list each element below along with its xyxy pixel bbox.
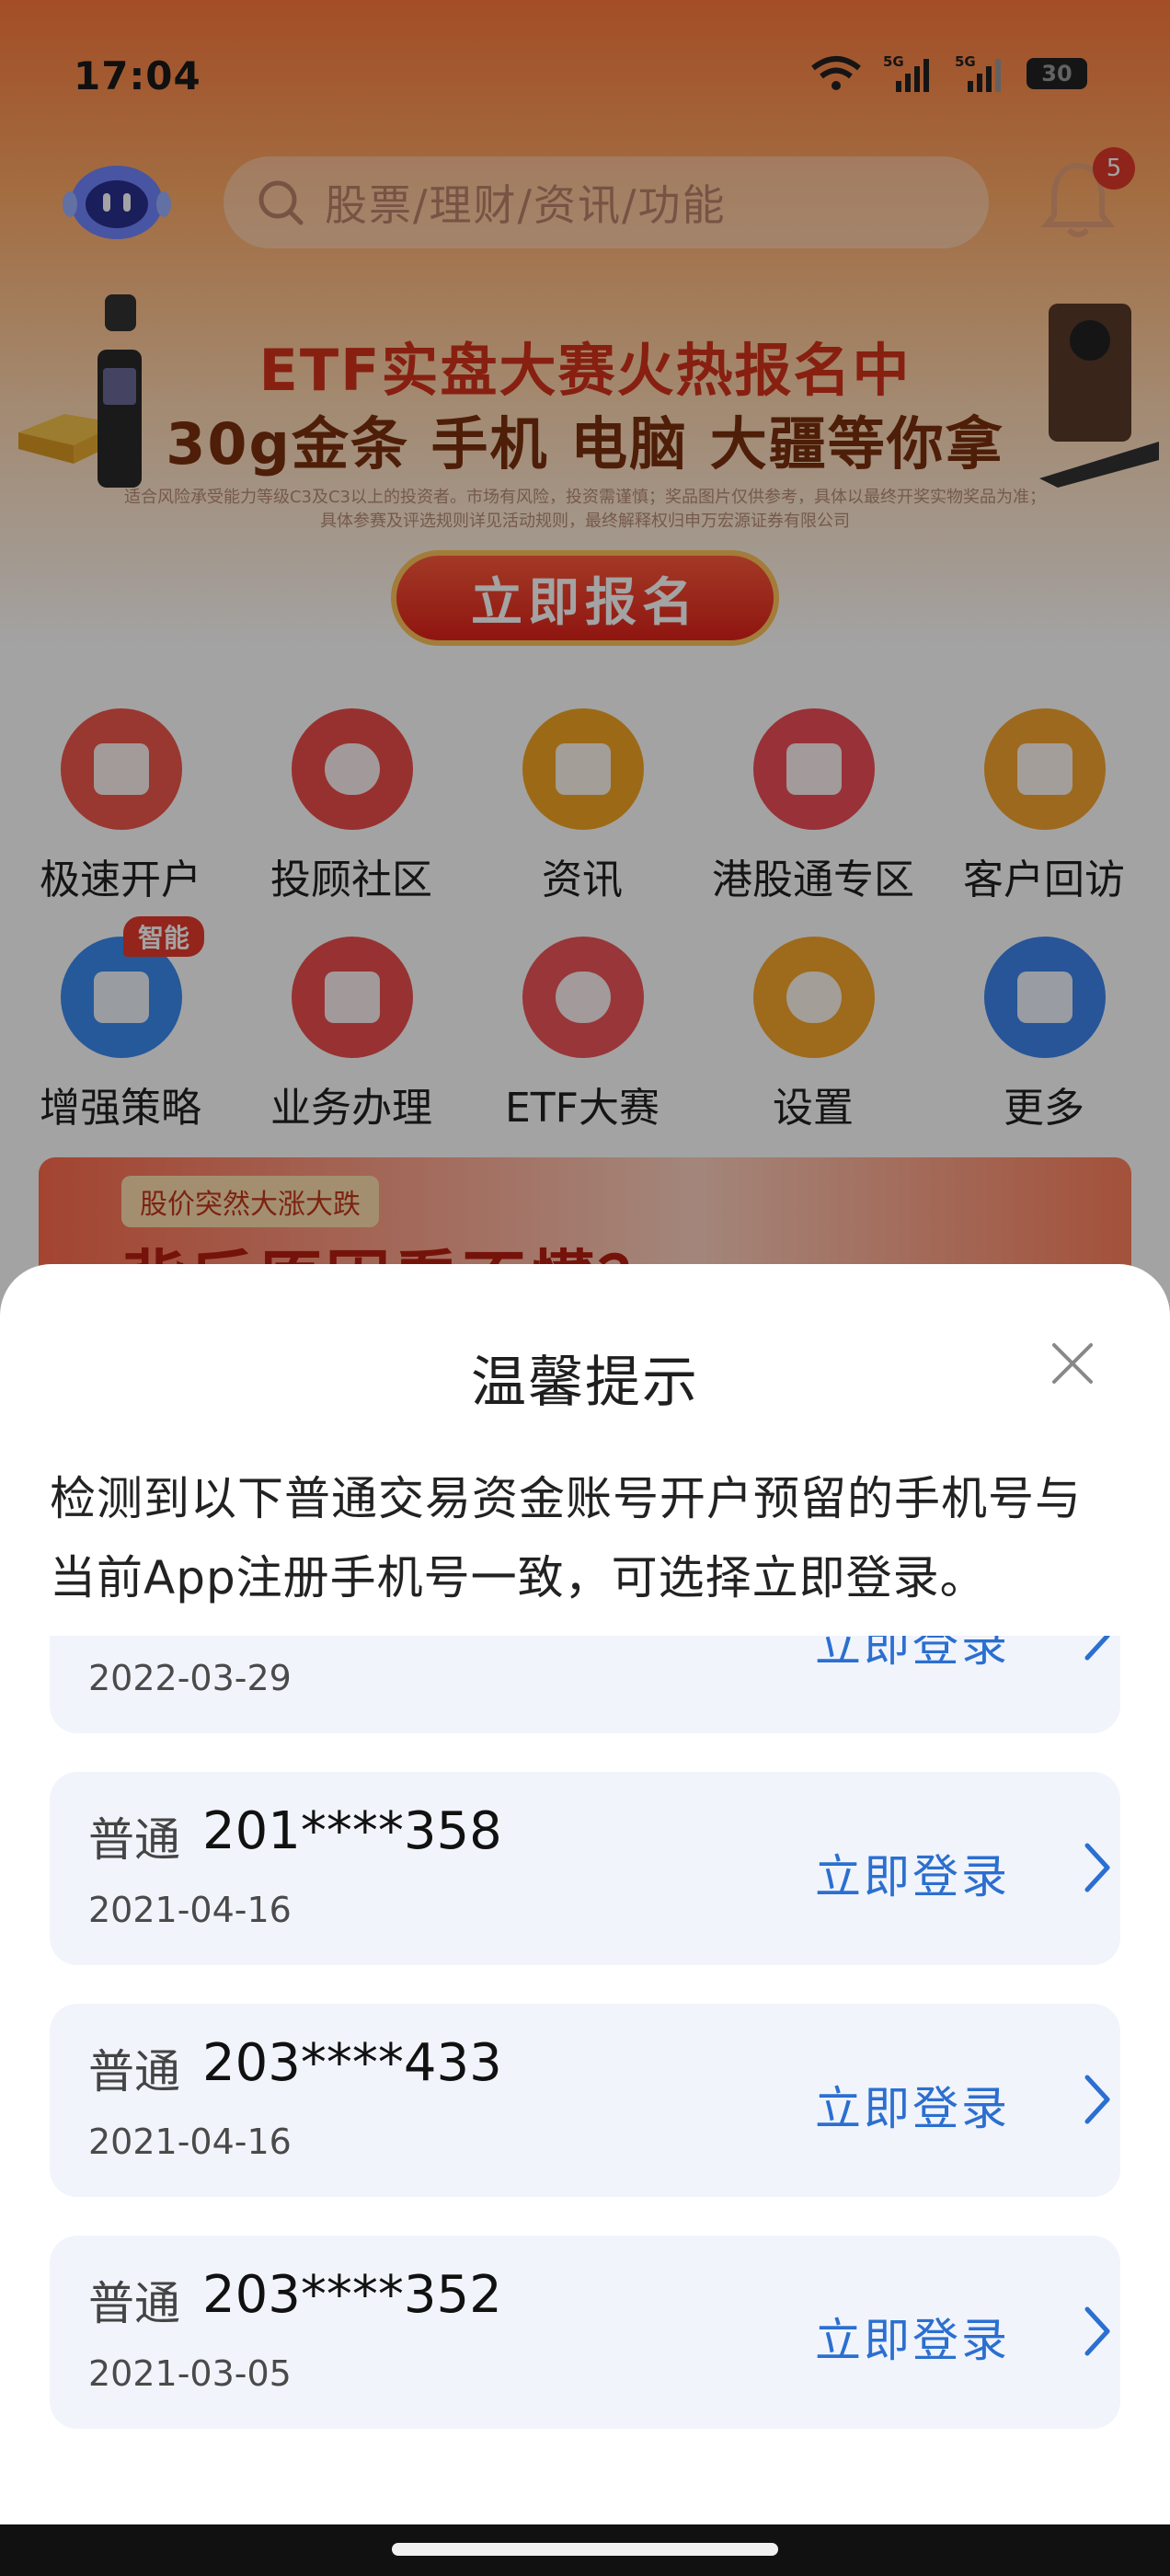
account-number: 203****352: [202, 2265, 502, 2325]
login-now-button[interactable]: 立即登录: [815, 1636, 1010, 1674]
chevron-right-icon: [1084, 2075, 1110, 2124]
account-type: 普通: [88, 2277, 180, 2330]
account-card[interactable]: 普通 201****358 2021-04-16 立即登录: [50, 1772, 1120, 1965]
account-date: 2022-03-29: [88, 1658, 292, 1698]
account-type: 普通: [88, 2045, 180, 2099]
login-now-button[interactable]: 立即登录: [815, 1840, 1010, 1906]
account-date: 2021-04-16: [88, 2122, 292, 2162]
account-card[interactable]: 普通 203****352 2021-03-05 立即登录: [50, 2236, 1120, 2429]
account-date: 2021-03-05: [88, 2353, 292, 2394]
login-prompt-sheet: 温馨提示 检测到以下普通交易资金账号开户预留的手机号与当前App注册手机号一致，…: [0, 1264, 1170, 2528]
home-indicator[interactable]: [392, 2543, 778, 2556]
account-card[interactable]: 普通 2022-03-29 立即登录: [50, 1636, 1120, 1733]
sheet-description: 检测到以下普通交易资金账号开户预留的手机号与当前App注册手机号一致，可选择立即…: [50, 1472, 1082, 1604]
chevron-right-icon: [1084, 1843, 1110, 1892]
login-now-button[interactable]: 立即登录: [815, 2304, 1010, 2370]
close-icon[interactable]: [1049, 1340, 1096, 1387]
account-list[interactable]: 普通 2022-03-29 立即登录 普通 201****358 2021-04…: [0, 1636, 1170, 2519]
account-type: 普通: [88, 1813, 180, 1867]
sheet-title: 温馨提示: [471, 1351, 699, 1415]
account-number: 203****433: [202, 2033, 502, 2093]
chevron-right-icon: [1084, 1636, 1110, 1661]
account-card[interactable]: 普通 203****433 2021-04-16 立即登录: [50, 2004, 1120, 2197]
account-number: 201****358: [202, 1801, 502, 1861]
account-date: 2021-04-16: [88, 1890, 292, 1930]
login-now-button[interactable]: 立即登录: [815, 2072, 1010, 2138]
account-type: 普通: [88, 1636, 180, 1638]
chevron-right-icon: [1084, 2306, 1110, 2356]
